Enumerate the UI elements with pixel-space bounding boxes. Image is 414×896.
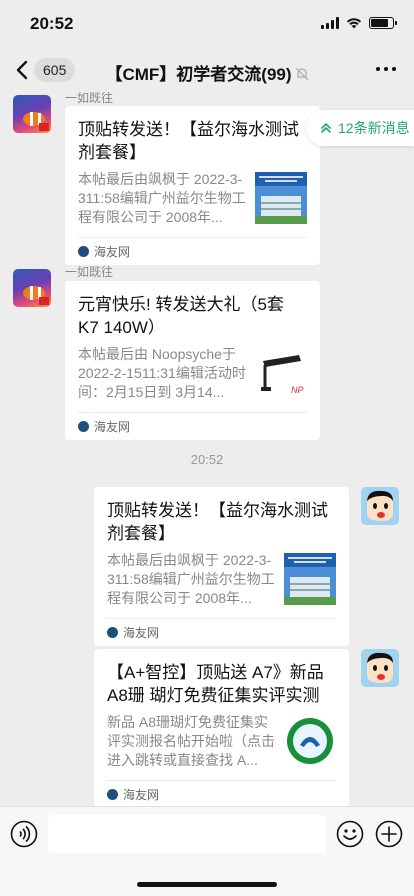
nav-bar: 605 【CMF】初学者交流(99) xyxy=(0,48,414,92)
source-icon xyxy=(78,421,89,432)
new-messages-pill[interactable]: 12条新消息 xyxy=(306,110,414,146)
card-title: 顶贴转发送！【益尔海水测试剂套餐】 xyxy=(107,501,328,543)
cartoon-avatar-icon xyxy=(361,487,399,525)
source-icon xyxy=(107,627,118,638)
status-bar: 20:52 xyxy=(0,0,414,48)
card-description: 本帖最后由 Noopsyche于 2022-2-1511:31编辑活动时间：2月… xyxy=(78,346,246,400)
clownfish-icon xyxy=(23,286,49,305)
building-thumbnail xyxy=(255,172,307,224)
source-icon xyxy=(107,789,118,800)
voice-icon[interactable] xyxy=(10,820,38,848)
avatar[interactable] xyxy=(13,95,51,133)
input-bar xyxy=(0,806,414,896)
link-card[interactable]: 顶贴转发送！【益尔海水测试剂套餐】 本帖最后由飒枫于 2022-3-311:58… xyxy=(94,487,349,646)
mute-icon xyxy=(295,67,308,81)
avatar[interactable] xyxy=(361,487,399,525)
clownfish-icon xyxy=(23,112,49,131)
message-input[interactable] xyxy=(48,815,326,853)
more-icon[interactable] xyxy=(376,67,396,71)
signal-icon xyxy=(321,17,339,29)
link-card[interactable]: 顶贴转发送！【益尔海水测试剂套餐】 本帖最后由飒枫于 2022-3-311:58… xyxy=(65,106,320,265)
svg-text:NP: NP xyxy=(291,385,304,395)
new-messages-label: 12条新消息 xyxy=(338,120,410,136)
avatar[interactable] xyxy=(13,269,51,307)
lamp-thumbnail: NP xyxy=(255,347,307,399)
building-thumbnail xyxy=(284,553,336,605)
link-card[interactable]: 元宵快乐! 转发送大礼（5套 K7 140W） 本帖最后由 Noopsyche于… xyxy=(65,281,320,440)
emoji-icon[interactable] xyxy=(336,820,364,848)
source-icon xyxy=(78,246,89,257)
card-source: 海友网 xyxy=(107,618,336,646)
wifi-icon xyxy=(346,18,362,29)
card-description: 新品 A8珊瑚灯免费征集实评实测报名帖开始啦（点击进入跳转或直接查找 A... xyxy=(107,714,275,768)
card-description: 本帖最后由飒枫于 2022-3-311:58编辑广州益尔生物工程有限公司于 20… xyxy=(78,171,246,225)
chat-area[interactable]: 一如既往 顶贴转发送！【益尔海水测试剂套餐】 本帖最后由飒枫于 2022-3-3… xyxy=(0,92,414,806)
card-source: 海友网 xyxy=(78,412,307,440)
status-time: 20:52 xyxy=(30,14,74,33)
chat-title: 【CMF】初学者交流(99) xyxy=(0,60,414,85)
card-title: 元宵快乐! 转发送大礼（5套 K7 140W） xyxy=(78,295,284,337)
time-separator: 20:52 xyxy=(190,452,224,467)
sender-name: 一如既往 xyxy=(65,92,114,105)
card-description: 本帖最后由飒枫于 2022-3-311:58编辑广州益尔生物工程有限公司于 20… xyxy=(107,552,275,606)
double-chevron-up-icon xyxy=(321,123,331,133)
card-title: 【A+智控】顶贴送 A7》新品 A8珊 瑚灯免费征集实评实测 xyxy=(107,663,324,705)
home-indicator xyxy=(137,882,277,887)
sender-name: 一如既往 xyxy=(65,265,114,279)
battery-icon xyxy=(369,17,397,29)
status-icons xyxy=(321,17,397,29)
cartoon-avatar-icon xyxy=(361,649,399,687)
avatar[interactable] xyxy=(361,649,399,687)
card-title: 顶贴转发送！【益尔海水测试剂套餐】 xyxy=(78,120,299,162)
logo-thumbnail xyxy=(284,715,336,767)
chat-title-text: 【CMF】初学者交流(99) xyxy=(105,65,292,84)
card-source: 海友网 xyxy=(107,780,336,806)
plus-icon[interactable] xyxy=(375,820,403,848)
card-source: 海友网 xyxy=(78,237,307,265)
link-card[interactable]: 【A+智控】顶贴送 A7》新品 A8珊 瑚灯免费征集实评实测 新品 A8珊瑚灯免… xyxy=(94,649,349,806)
